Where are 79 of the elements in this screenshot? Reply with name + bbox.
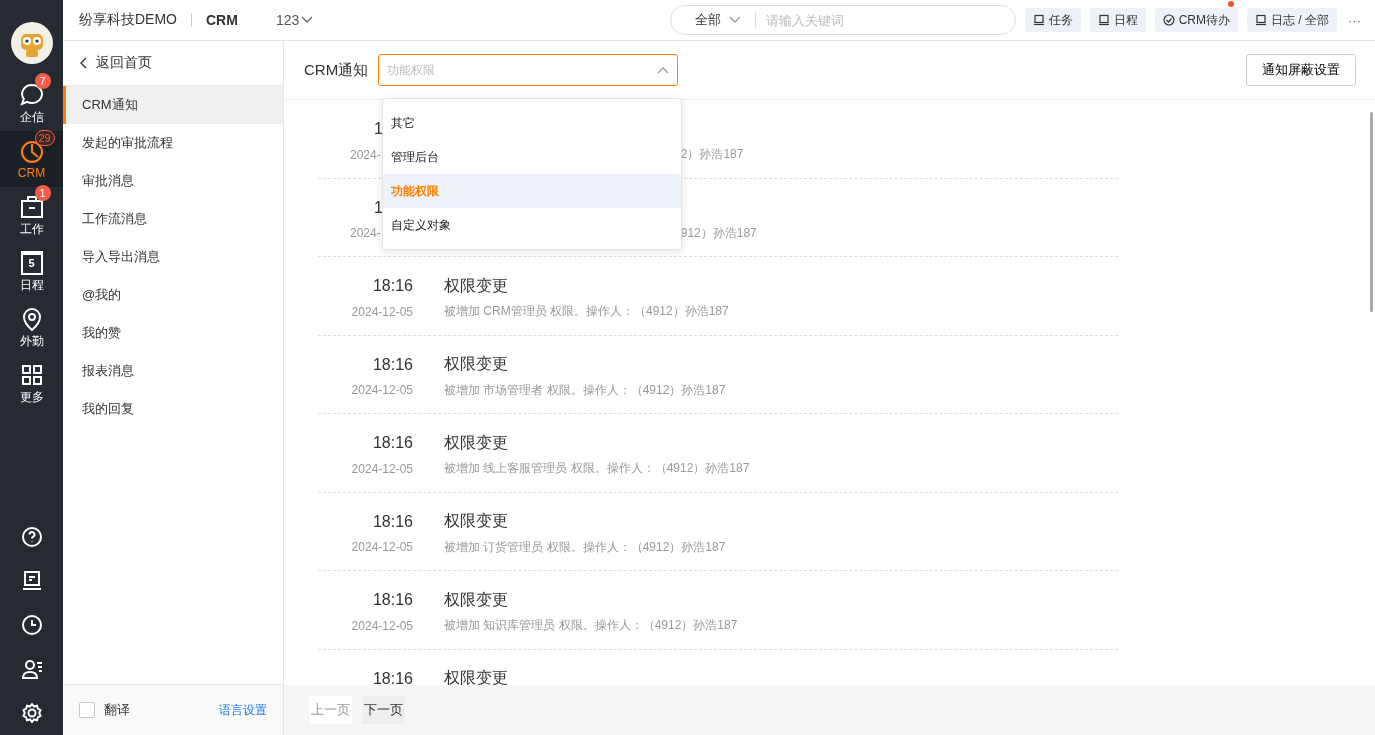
sidebar-item[interactable]: CRM通知 (63, 86, 283, 124)
monitor-icon (1097, 14, 1110, 26)
caret-icon (301, 16, 314, 24)
sidebar-item[interactable]: 我的回复 (63, 390, 283, 428)
check-circle-icon (1162, 14, 1175, 26)
shortcut-button[interactable]: 日程 (1089, 8, 1146, 32)
time-text: 18:16 (371, 277, 413, 295)
count-badge: 7 (34, 72, 51, 89)
page-title: CRM通知 (304, 60, 369, 80)
date-text: 2024- (350, 147, 381, 162)
company-name: 纷享科技DEMO (79, 11, 177, 29)
help-icon[interactable] (20, 526, 43, 548)
sidebar-item[interactable]: 发起的审批流程 (63, 124, 283, 162)
time-text: 18:16 (371, 591, 413, 609)
monitor-icon (1032, 14, 1045, 26)
checkbox-label: 翻译 (104, 701, 130, 719)
nav-item[interactable]: 1 工作 (0, 187, 63, 243)
notification-title: 权限变更 (444, 589, 508, 610)
sidebar-item[interactable]: 工作流消息 (63, 200, 283, 238)
mute-settings-button[interactable]: 通知屏蔽设置 (1246, 54, 1356, 86)
sidebar-item[interactable]: 报表消息 (63, 352, 283, 390)
nav-item[interactable]: 29 CRM (0, 131, 63, 187)
time-text: 18:16 (371, 669, 413, 688)
account-dropdown[interactable]: 123 (275, 12, 314, 28)
notification-detail: 被增加 市场管理者 权限。操作人：（4912）孙浩187 (444, 381, 726, 399)
clock-icon[interactable] (20, 614, 43, 636)
notification-title: 权限变更 (444, 354, 508, 374)
notification-detail: 912）孙浩187 (680, 224, 757, 242)
settings-icon[interactable] (20, 702, 43, 724)
date-text: 2024-12-05 (350, 618, 413, 633)
date-text: 2024-12-05 (350, 540, 413, 554)
scrollbar-thumb[interactable] (1370, 112, 1373, 312)
nav-item[interactable]: 外勤 (0, 299, 63, 355)
count-badge: 29 (34, 130, 55, 146)
contacts-icon[interactable] (20, 658, 43, 680)
dropdown-option[interactable]: 自定义对象 (383, 208, 681, 242)
notification-detail: 被增加 订货管理员 权限。操作人：（4912）孙浩187 (444, 538, 726, 556)
date-text: 2024-12-05 (350, 461, 413, 476)
document-icon[interactable] (20, 570, 43, 592)
date-text: 2024-12-05 (350, 304, 413, 319)
time-text: 18:16 (371, 434, 413, 452)
sidebar-item[interactable]: 审批消息 (63, 162, 283, 200)
scope-dropdown[interactable]: 全部 (670, 11, 755, 29)
notification-detail: 被增加 CRM管理员 权限。操作人：（4912）孙浩187 (444, 303, 729, 320)
sidebar-item[interactable]: 导入导出消息 (63, 238, 283, 276)
calendar-icon: 5 (20, 250, 43, 275)
notification-detail: 被增加 线上客服管理员 权限。操作人：（4912）孙浩187 (444, 460, 750, 477)
monitor-icon (1255, 14, 1267, 26)
time-text: 1 (374, 120, 383, 138)
date-text: 2024- (350, 226, 381, 240)
notification-title: 权限变更 (444, 275, 508, 296)
caret-icon (657, 66, 670, 74)
caret-icon (728, 16, 741, 24)
logo-icon (10, 22, 53, 64)
chevron-left-icon (80, 57, 88, 69)
sidebar-item[interactable]: @我的 (63, 276, 283, 314)
time-text: 1 (374, 198, 383, 217)
shortcut-button[interactable]: CRM待办 (1154, 8, 1238, 32)
notification-title: 权限变更 (444, 432, 508, 453)
shortcut-button[interactable]: 日志 / 全部 (1247, 8, 1337, 32)
translate-checkbox[interactable] (79, 702, 95, 718)
dropdown-option[interactable]: 管理后台 (383, 140, 681, 174)
language-settings-link[interactable]: 语言设置 (219, 701, 267, 719)
next-page-button[interactable]: 下一页 (362, 696, 405, 724)
notification-detail: 被增加 知识库管理员 权限。操作人：（4912）孙浩187 (444, 617, 738, 634)
dropdown-option[interactable]: 其它 (383, 106, 681, 140)
date-text: 2024-12-05 (350, 383, 413, 397)
nav-item[interactable]: 5 日程 (0, 243, 63, 299)
notification-title: 权限变更 (444, 511, 508, 531)
grid-icon (19, 362, 44, 387)
shortcut-button[interactable]: 任务 (1024, 8, 1081, 32)
app-name: CRM (206, 12, 238, 28)
time-text: 18:16 (371, 512, 413, 531)
time-text: 18:16 (371, 355, 413, 374)
nav-item[interactable]: 更多 (0, 355, 63, 411)
more-button[interactable]: ··· (1346, 12, 1363, 28)
notification-title: 权限变更 (444, 668, 508, 688)
nav-item[interactable]: 7 企信 (0, 75, 63, 131)
sidebar-item[interactable]: 我的赞 (63, 314, 283, 352)
